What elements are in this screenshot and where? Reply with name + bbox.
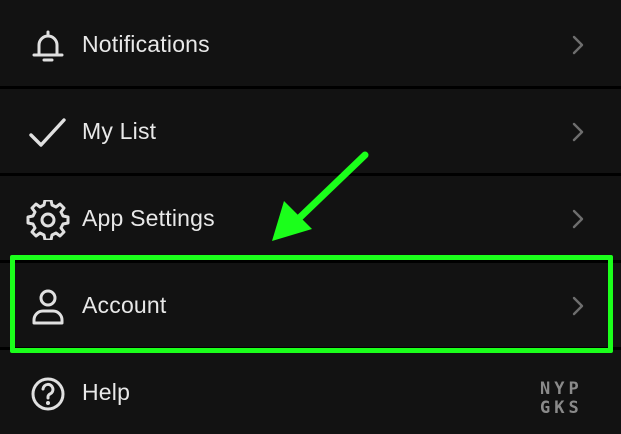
gear-icon — [26, 200, 70, 240]
menu-item-label: Notifications — [82, 31, 210, 57]
menu-item-label: My List — [82, 118, 157, 144]
menu-item-help[interactable]: Help — [0, 350, 621, 434]
menu-item-account[interactable]: Account — [0, 263, 621, 347]
menu-item-notifications[interactable]: Notifications — [0, 2, 621, 86]
chevron-right-icon — [570, 122, 586, 142]
chevron-right-icon — [570, 209, 586, 229]
bell-icon — [26, 26, 70, 66]
help-circle-icon — [26, 374, 70, 414]
watermark-logo: NYP GKS — [540, 380, 610, 422]
person-icon — [26, 287, 70, 327]
menu-item-label: Help — [82, 379, 131, 405]
menu-item-label: App Settings — [82, 205, 215, 231]
watermark-line-1: NYP — [540, 379, 583, 399]
chevron-right-icon — [570, 35, 586, 55]
menu-item-label: Account — [82, 292, 167, 318]
checkmark-icon — [26, 113, 70, 153]
settings-menu: Notifications My List App Settings Accou… — [0, 0, 621, 434]
chevron-right-icon — [570, 296, 586, 316]
watermark-line-2: GKS — [540, 398, 583, 418]
menu-item-my-list[interactable]: My List — [0, 89, 621, 173]
menu-item-app-settings[interactable]: App Settings — [0, 176, 621, 260]
